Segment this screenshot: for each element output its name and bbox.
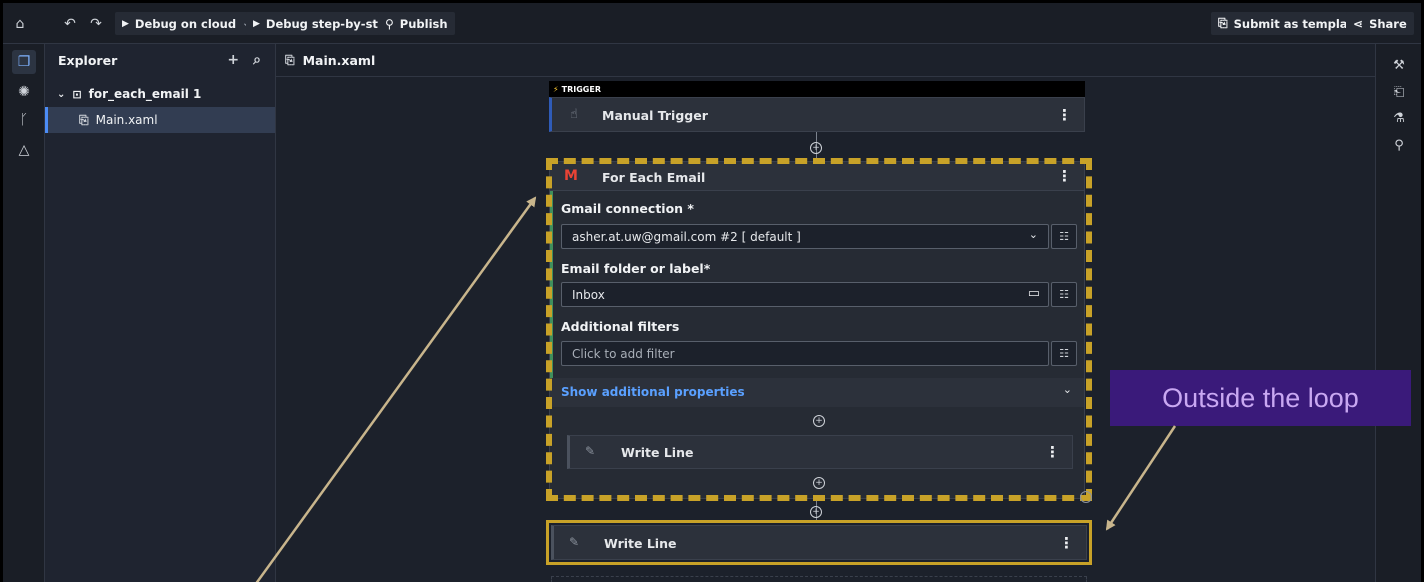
arrow-to-outer-write-line xyxy=(1105,425,1177,531)
arrow-to-loop xyxy=(255,196,537,582)
app-window: ⌂ ↶ ↷ ▶ Debug on cloud ⌄ ▶ Debug step-by… xyxy=(3,3,1421,582)
annotation-arrows xyxy=(255,196,1177,582)
